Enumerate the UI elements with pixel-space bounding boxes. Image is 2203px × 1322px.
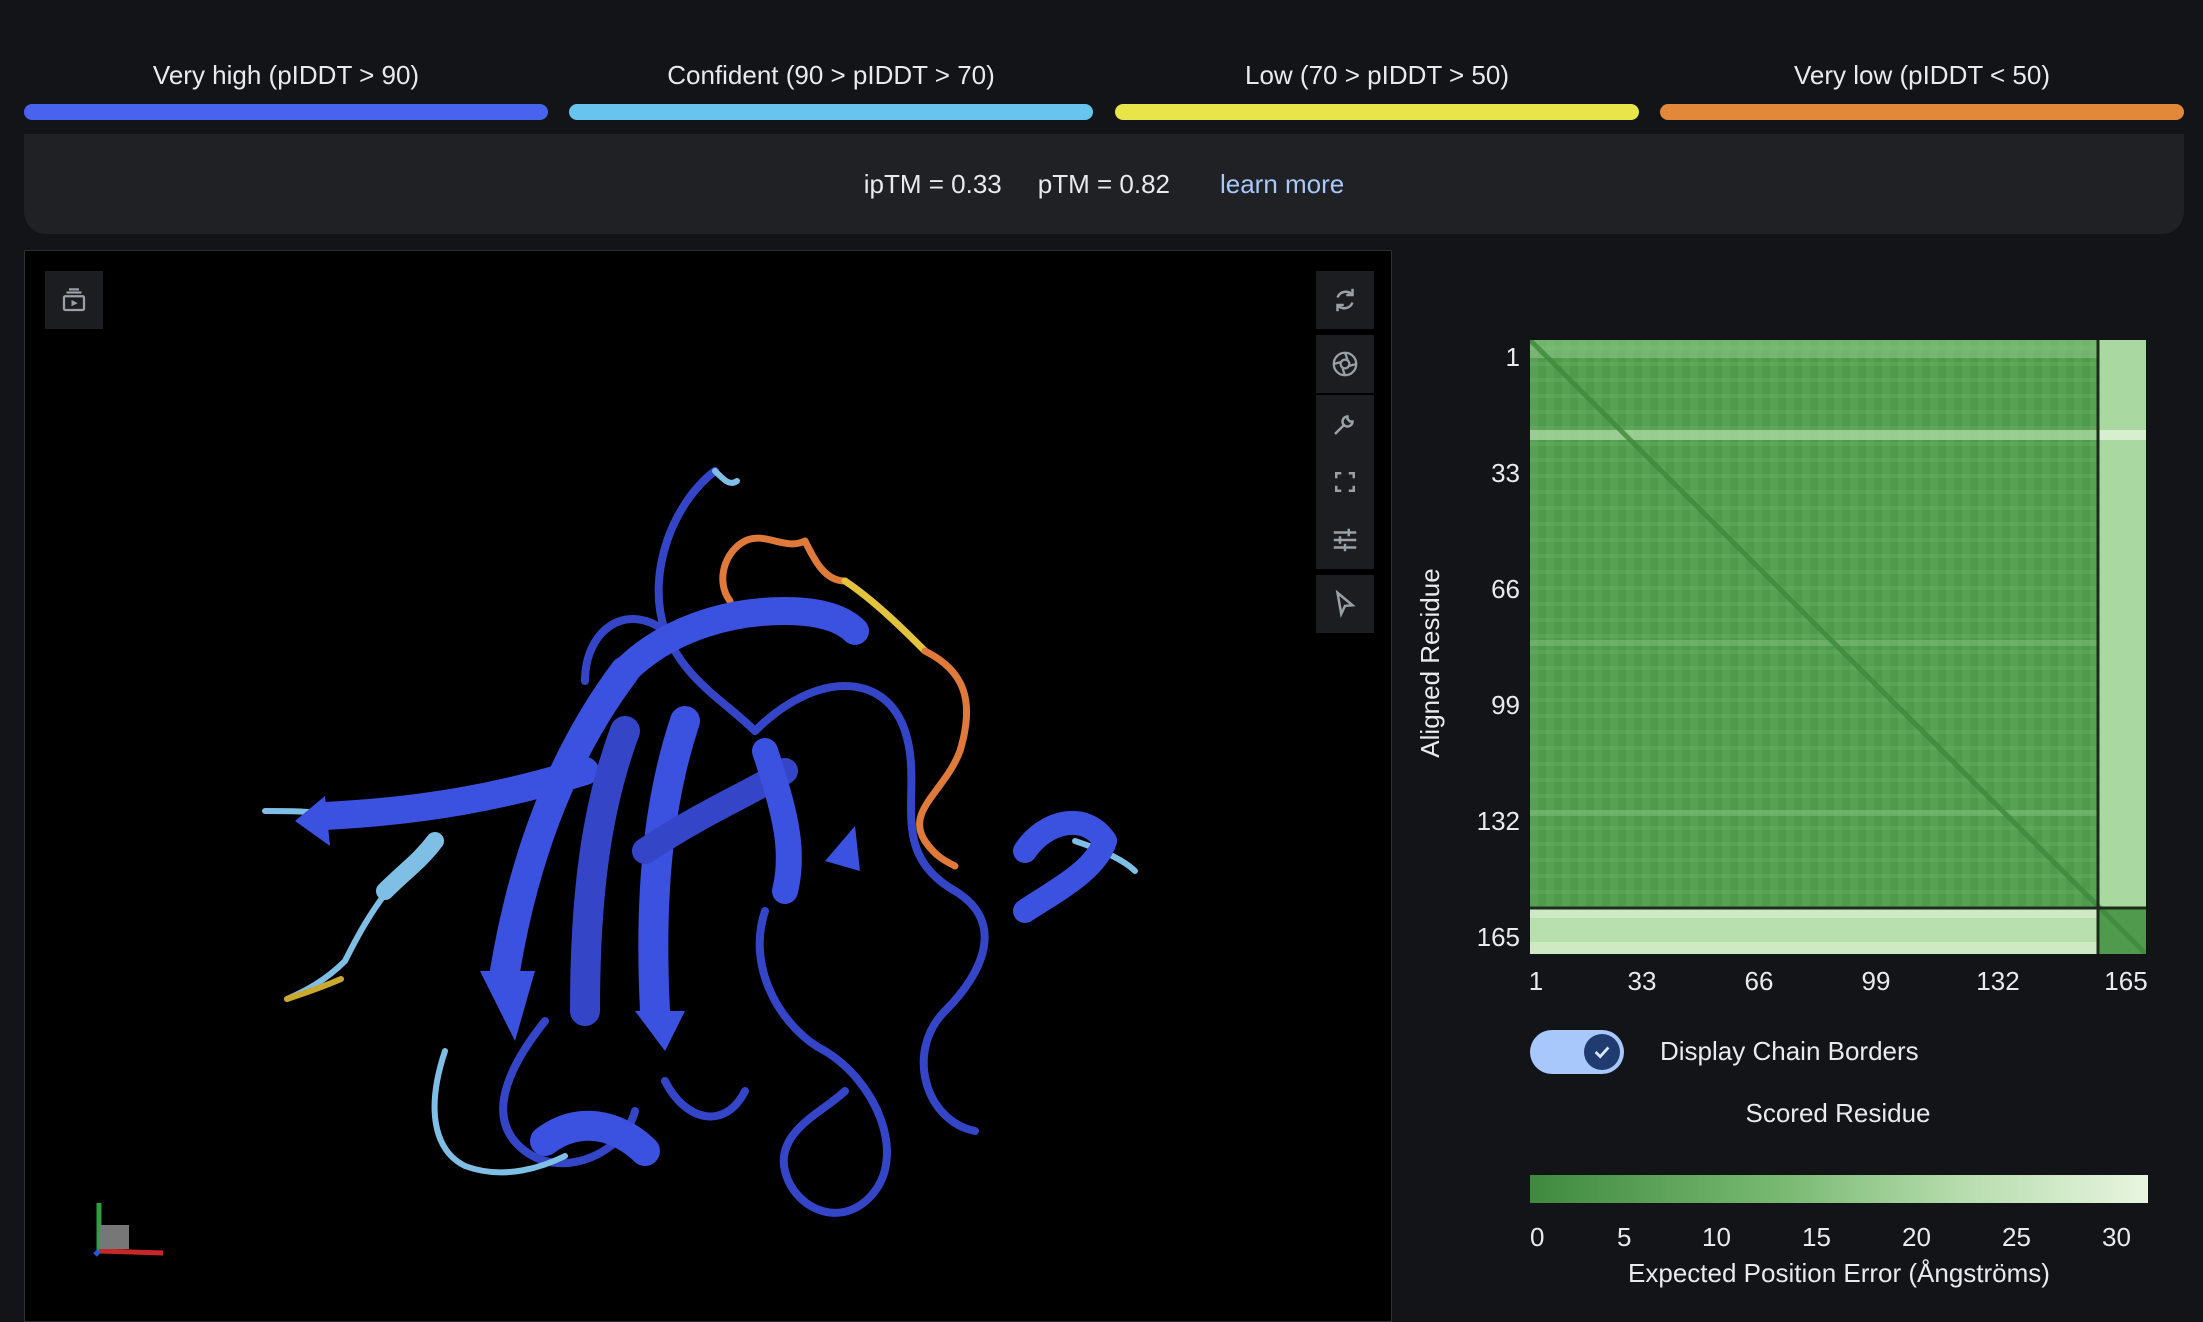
pae-heatmap[interactable]: [1530, 340, 2146, 954]
colorbar-tick-25: 25: [2002, 1222, 2031, 1252]
colorbar-tick-10: 10: [1702, 1222, 1731, 1252]
y-tick-99: 99: [1491, 690, 1520, 720]
colorbar-tick-30: 30: [2102, 1222, 2131, 1252]
colorbar-tick-5: 5: [1617, 1222, 1632, 1252]
legend-bar: [1660, 104, 2184, 120]
chain-borders-toggle[interactable]: [1530, 1030, 1624, 1074]
legend-label: Confident (90 > pIDDT > 70): [667, 60, 995, 90]
x-tick-66: 66: [1744, 966, 1774, 996]
y-tick-33: 33: [1491, 458, 1520, 488]
colorbar-tick-20: 20: [1902, 1222, 1931, 1252]
colorbar-label: Expected Position Error (Ångströms): [1628, 1258, 2050, 1288]
colorbar-tick-0: 0: [1530, 1222, 1545, 1252]
legend-label: Very low (pIDDT < 50): [1793, 60, 2050, 90]
legend-bar: [1115, 104, 1639, 120]
confidence-scores: ipTM = 0.33 pTM = 0.82 learn more: [24, 134, 2184, 234]
legend-bar: [569, 104, 1093, 120]
x-tick-132: 132: [1976, 966, 2020, 996]
x-tick-99: 99: [1861, 966, 1891, 996]
protein-structure[interactable]: [25, 251, 1391, 1321]
iptm-score: ipTM = 0.33: [863, 168, 1002, 199]
x-tick-165: 165: [2104, 966, 2148, 996]
x-axis-label: Scored Residue: [1745, 1098, 1931, 1128]
legend-label: Very high (pIDDT > 90): [152, 60, 420, 90]
y-tick-165: 165: [1476, 922, 1520, 952]
chain-borders-label: Display Chain Borders: [1660, 1036, 1919, 1066]
colorbar-tick-15: 15: [1802, 1222, 1831, 1252]
structure-viewer[interactable]: [24, 250, 1392, 1322]
toggle-knob: [1584, 1034, 1620, 1070]
plddt-legend: Very high (pIDDT > 90) Confident (90 > p…: [24, 0, 2184, 124]
ptm-score: pTM = 0.82: [1037, 168, 1170, 199]
x-tick-1: 1: [1528, 966, 1544, 996]
legend-label: Low (70 > pIDDT > 50): [1245, 60, 1509, 90]
y-tick-66: 66: [1491, 574, 1520, 604]
y-tick-132: 132: [1476, 806, 1520, 836]
x-tick-33: 33: [1627, 966, 1657, 996]
pae-colorbar: [1530, 1175, 2148, 1203]
legend-bar: [24, 104, 548, 120]
axes-indicator: [93, 1203, 164, 1257]
y-tick-1: 1: [1505, 342, 1520, 372]
y-axis-label: Aligned Residue: [1415, 568, 1445, 758]
learn-more-link[interactable]: learn more: [1220, 169, 1344, 200]
check-icon: [1594, 1046, 1610, 1059]
